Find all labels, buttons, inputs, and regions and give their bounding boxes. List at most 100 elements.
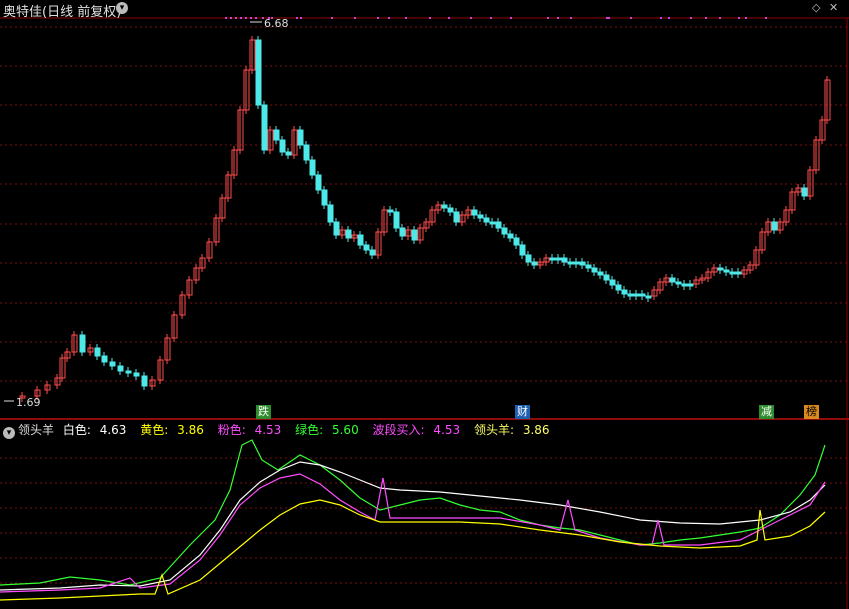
candle-body bbox=[321, 189, 328, 206]
candle-body bbox=[285, 151, 292, 156]
legend-band-buy: 波段买入: 4.53 bbox=[372, 423, 461, 437]
low-price-label: 1.69 bbox=[16, 396, 41, 409]
candle-body bbox=[669, 277, 676, 283]
marker-die[interactable]: 跌 bbox=[256, 405, 271, 419]
candle-body bbox=[513, 237, 520, 246]
signal-dot bbox=[719, 17, 721, 19]
signal-dot bbox=[738, 17, 740, 19]
candle-body bbox=[393, 211, 400, 229]
candle-body bbox=[399, 227, 406, 237]
signal-dot bbox=[300, 17, 302, 19]
signal-dot bbox=[240, 17, 242, 19]
candle-body bbox=[729, 271, 736, 275]
signal-dot bbox=[490, 17, 492, 19]
candle-body bbox=[597, 271, 604, 276]
diamond-icon[interactable]: ◇ bbox=[812, 1, 820, 14]
candle-body bbox=[483, 217, 490, 223]
candle-body bbox=[735, 271, 742, 275]
signal-dot bbox=[245, 17, 247, 19]
candle-body bbox=[255, 39, 262, 106]
signal-dot bbox=[630, 17, 632, 19]
signal-dot bbox=[296, 17, 298, 19]
candle-body bbox=[495, 221, 502, 229]
candle-body bbox=[453, 211, 460, 223]
indicator-legend: ▾ 领头羊 白色: 4.63 黄色: 3.86 粉色: 4.53 绿色: 5.60… bbox=[3, 421, 560, 439]
candle-body bbox=[561, 257, 568, 263]
signal-dot bbox=[608, 17, 610, 19]
chevron-down-icon[interactable]: ▾ bbox=[116, 2, 128, 14]
signal-dot bbox=[255, 17, 257, 19]
candle-body bbox=[681, 283, 688, 287]
candle-body bbox=[333, 221, 340, 236]
marker-cai[interactable]: 财 bbox=[515, 405, 530, 419]
candle-body bbox=[687, 283, 694, 287]
candle-body bbox=[297, 129, 304, 146]
candle-body bbox=[501, 227, 508, 235]
legend-pink: 粉色: 4.53 bbox=[217, 423, 282, 437]
signal-dot bbox=[660, 17, 662, 19]
candle-body bbox=[411, 229, 418, 241]
signal-dot bbox=[225, 17, 227, 19]
candle-body bbox=[133, 372, 140, 377]
candle-body bbox=[261, 104, 268, 151]
candle-body bbox=[387, 209, 394, 213]
candle-body bbox=[441, 204, 448, 209]
legend-green: 绿色: 5.60 bbox=[295, 423, 359, 437]
stock-chart-window[interactable]: 奥特佳(日线 前复权) ▾ ◇ ✕ 6.68 1.69 跌 财 减 榜 ▾ 领头羊… bbox=[0, 0, 849, 609]
candle-body bbox=[771, 221, 778, 231]
candle-body bbox=[585, 264, 592, 269]
candle-body bbox=[549, 257, 556, 261]
candle-body bbox=[609, 279, 616, 286]
candle-body bbox=[477, 214, 484, 219]
candle-body bbox=[675, 281, 682, 285]
signal-dot bbox=[388, 17, 390, 19]
candle-body bbox=[801, 187, 808, 197]
candle-body bbox=[717, 267, 724, 271]
signal-dot bbox=[705, 17, 707, 19]
candle-body bbox=[109, 361, 116, 367]
candle-body bbox=[94, 347, 101, 357]
legend-leader: 领头羊: 3.86 bbox=[473, 423, 550, 437]
signal-dot bbox=[606, 17, 608, 19]
signal-dot bbox=[668, 17, 670, 19]
candle-body bbox=[309, 159, 316, 176]
signal-dot bbox=[331, 17, 333, 19]
candle-body bbox=[573, 261, 580, 265]
candle-body bbox=[525, 254, 532, 263]
candle-body bbox=[723, 269, 730, 273]
candle-body bbox=[519, 244, 526, 256]
candle-body bbox=[645, 295, 652, 299]
signal-dot bbox=[690, 17, 692, 19]
green-line bbox=[0, 439, 826, 586]
candle-body bbox=[447, 207, 454, 213]
candle-body bbox=[79, 334, 86, 353]
candle-body bbox=[357, 234, 364, 246]
signal-dot bbox=[429, 17, 431, 19]
signal-dot bbox=[557, 17, 559, 19]
indicator-chevron-down-icon[interactable]: ▾ bbox=[3, 427, 15, 439]
close-icon[interactable]: ✕ bbox=[829, 1, 838, 14]
candle-body bbox=[489, 221, 496, 225]
candle-body bbox=[633, 293, 640, 297]
candle-body bbox=[603, 274, 610, 281]
marker-bang[interactable]: 榜 bbox=[804, 405, 819, 419]
signal-dot bbox=[405, 17, 407, 19]
signal-dot bbox=[570, 17, 572, 19]
marker-jian[interactable]: 减 bbox=[759, 405, 774, 419]
candle-body bbox=[315, 174, 322, 191]
signal-dot bbox=[230, 17, 232, 19]
candle-body bbox=[363, 244, 370, 251]
candle-body bbox=[327, 204, 334, 223]
signal-dot bbox=[765, 17, 767, 19]
candle-body bbox=[615, 284, 622, 291]
candle-body bbox=[125, 370, 132, 374]
white-line bbox=[0, 461, 826, 591]
signal-dot bbox=[470, 17, 472, 19]
legend-white: 白色: 4.63 bbox=[62, 423, 127, 437]
candle-body bbox=[507, 233, 514, 239]
candle-body bbox=[579, 261, 586, 266]
candle-body bbox=[591, 267, 598, 273]
signal-dot bbox=[250, 17, 252, 19]
signal-dot bbox=[510, 17, 512, 19]
candle-body bbox=[279, 139, 286, 153]
